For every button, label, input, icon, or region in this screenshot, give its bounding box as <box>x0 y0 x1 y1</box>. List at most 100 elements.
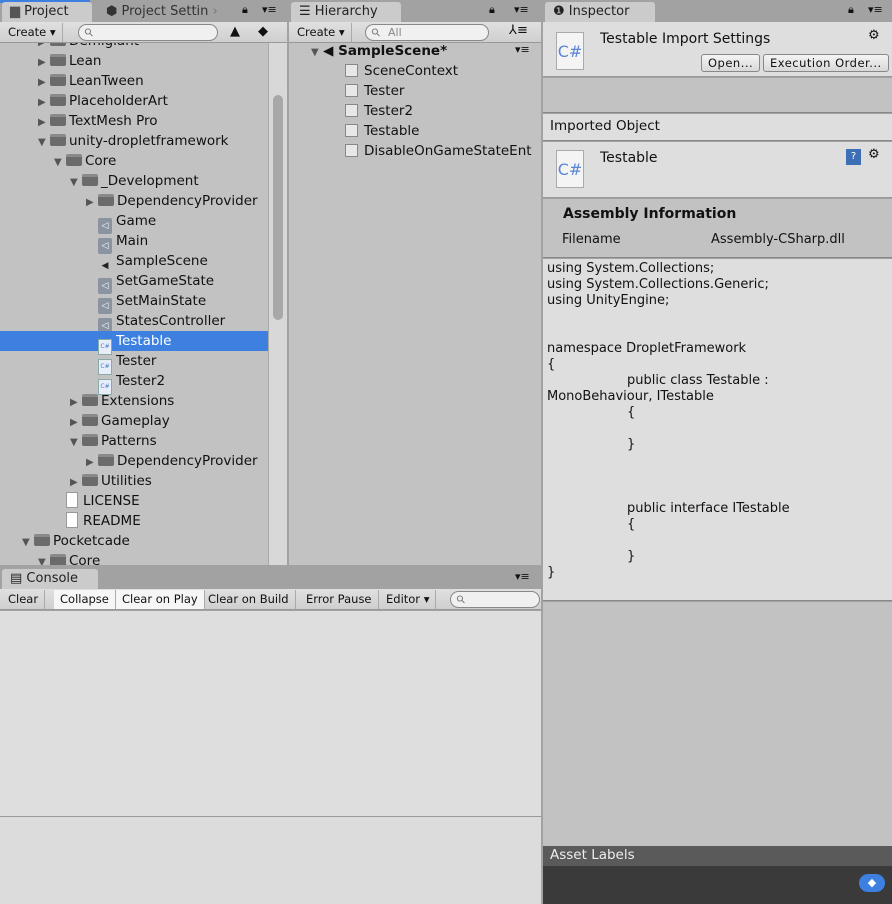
item-label: Utilities <box>101 473 152 489</box>
lock-icon[interactable]: 🔒︎ <box>242 3 248 17</box>
panel-menu-icon[interactable]: ▾≡ <box>868 3 883 16</box>
project-item[interactable]: ▶ Extensions <box>0 391 268 411</box>
expand-arrow-right-icon[interactable]: ▶ <box>38 53 50 73</box>
expand-arrow-right-icon[interactable]: ▶ <box>70 393 82 413</box>
project-item[interactable]: README <box>0 511 268 531</box>
project-item[interactable]: ▼ unity-dropletframework <box>0 131 268 151</box>
tab-inspector[interactable]: ❶ Inspector <box>545 2 655 22</box>
item-label: StatesController <box>116 313 226 329</box>
console-error-pause-button[interactable]: Error Pause <box>300 590 379 609</box>
expand-arrow-right-icon[interactable]: ▶ <box>70 473 82 493</box>
hierarchy-sort-icon[interactable]: ⅄≡ <box>509 23 528 38</box>
item-label: SetGameState <box>116 273 215 289</box>
expand-arrow-right-icon[interactable]: ▶ <box>86 453 98 473</box>
hierarchy-item[interactable]: DisableOnGameStateEnt <box>345 141 532 161</box>
project-item[interactable]: ◁ Main <box>0 231 268 254</box>
tab-hierarchy[interactable]: ☰ Hierarchy <box>291 2 401 22</box>
expand-arrow-down-icon[interactable]: ▼ <box>38 133 50 153</box>
project-item[interactable]: C# Tester <box>0 351 268 375</box>
panel-menu-icon[interactable]: ▾≡ <box>262 3 277 16</box>
project-item[interactable]: ◀ SampleScene <box>0 251 268 271</box>
item-label: Demigiant <box>69 43 139 49</box>
hierarchy-search-input[interactable]: All <box>365 24 489 41</box>
lock-icon[interactable]: 🔒︎ <box>848 3 854 17</box>
tab-project[interactable]: ▆ Project <box>2 2 92 22</box>
filter-by-label-icon[interactable]: ◆ <box>258 24 268 39</box>
hierarchy-item[interactable]: Tester <box>345 81 404 101</box>
gameobject-cube-icon <box>345 124 358 137</box>
project-item[interactable]: ▼ _Development <box>0 171 268 191</box>
project-item[interactable]: ▶ LeanTween <box>0 71 268 91</box>
assembly-info-heading: Assembly Information <box>563 206 737 222</box>
scene-menu-icon[interactable]: ▾≡ <box>515 43 530 56</box>
project-item[interactable]: ◁ Game <box>0 211 268 234</box>
expand-arrow-down-icon[interactable]: ▼ <box>38 553 50 565</box>
create-button[interactable]: Create ▾ <box>2 23 63 42</box>
project-item[interactable]: C# Tester2 <box>0 371 268 395</box>
project-item[interactable]: ▶ Gameplay <box>0 411 268 431</box>
expand-arrow-down-icon[interactable]: ▼ <box>22 533 34 553</box>
item-label: LICENSE <box>83 493 140 509</box>
project-item[interactable]: ▶ DependencyProvider <box>0 451 268 471</box>
project-item[interactable]: ▶ TextMesh Pro <box>0 111 268 131</box>
hierarchy-item[interactable]: Tester2 <box>345 101 413 121</box>
help-book-icon[interactable]: ? <box>846 149 861 165</box>
project-item[interactable]: ▶ Utilities <box>0 471 268 491</box>
expand-arrow-down-icon[interactable]: ▼ <box>70 173 82 193</box>
expand-arrow-right-icon[interactable]: ▶ <box>86 193 98 213</box>
open-button[interactable]: Open... <box>701 54 761 72</box>
tag-icon[interactable]: ◆ <box>859 874 885 892</box>
item-label: Testable <box>364 123 420 139</box>
create-button[interactable]: Create ▾ <box>291 23 352 42</box>
console-detail-area[interactable] <box>0 816 541 904</box>
code-line: } <box>627 549 636 564</box>
tab-console[interactable]: ▤ Console <box>2 569 98 589</box>
project-item[interactable]: ▶ PlaceholderArt <box>0 91 268 111</box>
hierarchy-item[interactable]: SceneContext <box>345 61 458 81</box>
console-clear-on-play-button[interactable]: Clear on Play <box>116 590 205 609</box>
gameobject-cube-icon <box>345 84 358 97</box>
project-item[interactable]: ▶Demigiant <box>0 43 268 51</box>
console-editor-button[interactable]: Editor ▾ <box>380 590 437 609</box>
project-search-input[interactable] <box>78 24 218 41</box>
panel-menu-icon[interactable]: ▾≡ <box>514 3 529 16</box>
project-item[interactable]: ▼ Core <box>0 551 268 565</box>
console-search-input[interactable] <box>450 591 540 608</box>
folder-icon <box>82 394 98 406</box>
project-item[interactable]: ◁ SetMainState <box>0 291 268 314</box>
project-item[interactable]: ▶ Lean <box>0 51 268 71</box>
panel-menu-icon[interactable]: ▾≡ <box>515 570 530 583</box>
project-item[interactable]: ◁ StatesController <box>0 311 268 334</box>
console-clear-on-build-button[interactable]: Clear on Build <box>202 590 296 609</box>
scene-row[interactable]: ▼ ◀ SampleScene* <box>311 41 447 61</box>
expand-arrow-right-icon[interactable]: ▶ <box>70 413 82 433</box>
project-scrollbar[interactable] <box>268 43 287 565</box>
console-collapse-button[interactable]: Collapse <box>54 590 116 609</box>
button-label: Clear on Play <box>122 592 198 606</box>
execution-order-button[interactable]: Execution Order... <box>763 54 889 72</box>
project-item[interactable]: LICENSE <box>0 491 268 511</box>
lock-icon[interactable]: 🔒︎ <box>489 3 495 17</box>
project-item[interactable]: ▼ Pocketcade <box>0 531 268 551</box>
expand-arrow-right-icon[interactable]: ▶ <box>38 93 50 113</box>
project-item[interactable]: ▶ DependencyProvider <box>0 191 268 211</box>
item-label: LeanTween <box>69 73 144 89</box>
expand-arrow-right-icon[interactable]: ▶ <box>38 113 50 133</box>
scrollbar-thumb[interactable] <box>273 95 283 320</box>
project-item[interactable]: ▼ Patterns <box>0 431 268 451</box>
expand-arrow-down-icon[interactable]: ▼ <box>54 153 66 173</box>
expand-arrow-down-icon[interactable]: ▼ <box>70 433 82 453</box>
tab-project-settings[interactable]: ⬢ Project Settin › <box>98 2 226 22</box>
expand-arrow-right-icon[interactable]: ▶ <box>38 73 50 93</box>
console-log-list[interactable] <box>0 611 541 816</box>
item-label: _Development <box>101 173 199 189</box>
project-item[interactable]: ◁ SetGameState <box>0 271 268 294</box>
gear-icon[interactable]: ⚙ <box>868 28 880 43</box>
hierarchy-item[interactable]: Testable <box>345 121 419 141</box>
item-label: Extensions <box>101 393 175 409</box>
gear-icon[interactable]: ⚙ <box>868 147 880 162</box>
filter-by-type-icon[interactable]: ▲ <box>230 24 240 39</box>
project-item[interactable]: C# Testable <box>0 331 268 355</box>
project-item[interactable]: ▼ Core <box>0 151 268 171</box>
console-clear-button[interactable]: Clear <box>2 590 46 609</box>
